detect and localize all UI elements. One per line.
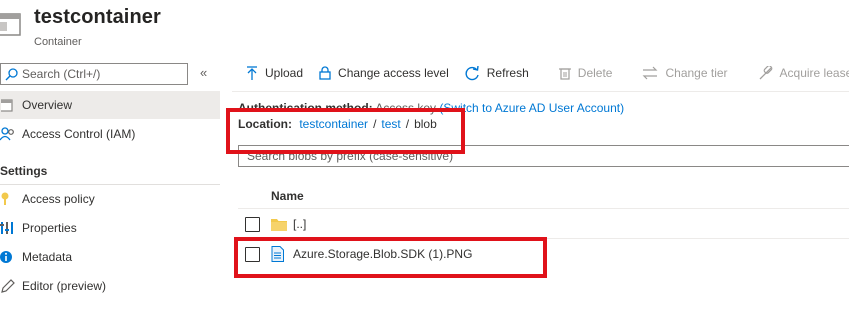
search-icon bbox=[5, 67, 18, 80]
sidebar-item-label: Metadata bbox=[22, 250, 73, 264]
overview-icon bbox=[0, 97, 16, 113]
sidebar-search-input[interactable]: Search (Ctrl+/) bbox=[0, 63, 188, 85]
acquire-lease-label: Acquire lease bbox=[779, 66, 849, 80]
change-tier-label: Change tier bbox=[665, 66, 728, 80]
refresh-icon bbox=[465, 65, 479, 80]
sidebar-search-placeholder: Search (Ctrl+/) bbox=[22, 67, 101, 81]
upload-button[interactable]: Upload bbox=[246, 66, 303, 80]
collapse-sidebar-button[interactable]: « bbox=[200, 65, 207, 80]
row-checkbox[interactable] bbox=[245, 216, 260, 232]
sidebar-item-properties[interactable]: Properties bbox=[0, 214, 220, 242]
pencil-icon bbox=[0, 278, 16, 294]
change-access-level-button[interactable]: Change access level bbox=[319, 66, 449, 80]
sidebar-item-label: Access Control (IAM) bbox=[22, 127, 136, 141]
key-icon bbox=[0, 191, 16, 207]
sidebar-item-access-policy[interactable]: Access policy bbox=[0, 185, 220, 213]
row-name[interactable]: [..] bbox=[293, 217, 306, 231]
location-highlight-box bbox=[226, 108, 465, 154]
sidebar-item-label: Editor (preview) bbox=[22, 279, 107, 293]
sidebar-item-metadata[interactable]: Metadata bbox=[0, 243, 220, 271]
container-icon bbox=[0, 11, 21, 37]
change-access-level-label: Change access level bbox=[338, 66, 449, 80]
refresh-button[interactable]: Refresh bbox=[465, 65, 529, 81]
file-highlight-box bbox=[234, 237, 547, 278]
sidebar-item-editor[interactable]: Editor (preview) bbox=[0, 272, 220, 300]
upload-icon bbox=[247, 66, 257, 80]
folder-icon bbox=[271, 216, 287, 232]
column-header-name[interactable]: Name bbox=[271, 189, 304, 203]
lock-icon bbox=[319, 66, 331, 80]
page-title: testcontainer bbox=[34, 6, 161, 28]
properties-icon bbox=[0, 220, 16, 236]
table-header-divider bbox=[238, 208, 849, 209]
sidebar-item-overview[interactable]: Overview bbox=[0, 91, 220, 119]
sidebar-item-label: Overview bbox=[22, 98, 73, 112]
toolbar-divider bbox=[232, 91, 849, 92]
refresh-label: Refresh bbox=[486, 66, 529, 80]
people-icon bbox=[0, 126, 16, 142]
sidebar-item-access-control[interactable]: Access Control (IAM) bbox=[0, 120, 220, 148]
command-bar: Upload Change access level Refresh Delet… bbox=[232, 58, 849, 88]
info-icon bbox=[0, 249, 16, 265]
table-row[interactable]: [..] bbox=[238, 210, 849, 238]
link-icon bbox=[759, 65, 772, 79]
swap-icon bbox=[643, 66, 658, 80]
sidebar-item-label: Properties bbox=[22, 221, 77, 235]
settings-heading: Settings bbox=[0, 164, 48, 178]
acquire-lease-button[interactable]: Acquire lease bbox=[758, 65, 849, 81]
delete-label: Delete bbox=[577, 66, 613, 80]
upload-label: Upload bbox=[265, 66, 304, 80]
delete-button[interactable]: Delete bbox=[558, 66, 613, 80]
page-subtitle: Container bbox=[34, 36, 82, 48]
trash-icon bbox=[558, 68, 571, 80]
change-tier-button[interactable]: Change tier bbox=[642, 66, 728, 80]
switch-auth-link[interactable]: (Switch to Azure AD User Account) bbox=[439, 101, 624, 115]
sidebar-item-label: Access policy bbox=[22, 192, 95, 206]
